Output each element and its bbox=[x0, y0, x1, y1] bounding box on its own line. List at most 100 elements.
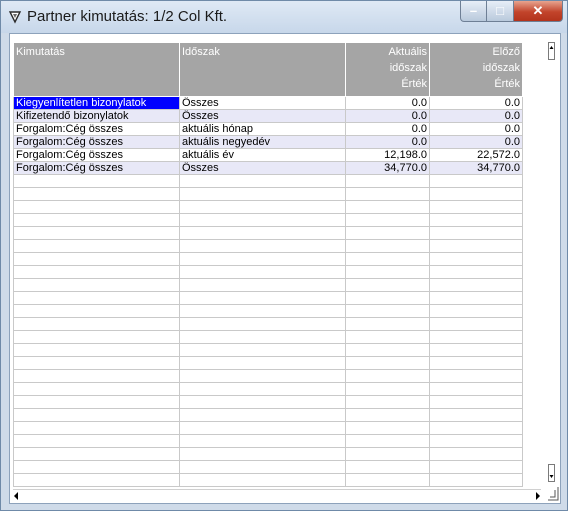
empty-cell[interactable] bbox=[345, 174, 430, 188]
cell-kimutatas[interactable]: Kiegyenlítetlen bizonylatok bbox=[13, 96, 180, 110]
cell-aktualis[interactable]: 0.0 bbox=[345, 135, 430, 149]
empty-cell[interactable] bbox=[179, 317, 346, 331]
empty-cell[interactable] bbox=[13, 291, 180, 305]
empty-cell[interactable] bbox=[429, 252, 523, 266]
empty-cell[interactable] bbox=[13, 421, 180, 435]
empty-table-row[interactable] bbox=[13, 330, 523, 344]
empty-cell[interactable] bbox=[13, 174, 180, 188]
empty-table-row[interactable] bbox=[13, 252, 523, 266]
empty-cell[interactable] bbox=[429, 304, 523, 318]
empty-cell[interactable] bbox=[13, 265, 180, 279]
empty-cell[interactable] bbox=[429, 265, 523, 279]
resize-grip-icon[interactable] bbox=[547, 486, 559, 501]
cell-idoszak[interactable]: Összes bbox=[179, 109, 346, 123]
cell-aktualis[interactable]: 0.0 bbox=[345, 109, 430, 123]
empty-cell[interactable] bbox=[13, 187, 180, 201]
empty-cell[interactable] bbox=[13, 252, 180, 266]
table-row[interactable]: Forgalom:Cég összes aktuális negyedév 0.0 0… bbox=[13, 135, 523, 149]
empty-cell[interactable] bbox=[429, 356, 523, 370]
empty-cell[interactable] bbox=[429, 460, 523, 474]
empty-table-row[interactable] bbox=[13, 239, 523, 253]
empty-table-row[interactable] bbox=[13, 460, 523, 474]
empty-cell[interactable] bbox=[429, 408, 523, 422]
empty-table-row[interactable] bbox=[13, 408, 523, 422]
empty-cell[interactable] bbox=[429, 239, 523, 253]
scroll-up-icon[interactable] bbox=[548, 42, 555, 60]
empty-cell[interactable] bbox=[179, 473, 346, 487]
app-menu-icon[interactable] bbox=[8, 10, 22, 24]
cell-elozo[interactable]: 34,770.0 bbox=[429, 161, 523, 175]
empty-cell[interactable] bbox=[179, 408, 346, 422]
empty-cell[interactable] bbox=[179, 200, 346, 214]
empty-cell[interactable] bbox=[345, 330, 430, 344]
cell-elozo[interactable]: 0.0 bbox=[429, 122, 523, 136]
empty-table-row[interactable] bbox=[13, 434, 523, 448]
empty-cell[interactable] bbox=[13, 473, 180, 487]
empty-cell[interactable] bbox=[179, 434, 346, 448]
empty-cell[interactable] bbox=[429, 434, 523, 448]
empty-cell[interactable] bbox=[13, 447, 180, 461]
cell-aktualis[interactable]: 34,770.0 bbox=[345, 161, 430, 175]
empty-cell[interactable] bbox=[179, 174, 346, 188]
empty-cell[interactable] bbox=[179, 421, 346, 435]
cell-aktualis[interactable]: 0.0 bbox=[345, 96, 430, 110]
report-grid[interactable]: Kimutatás Időszak Aktuális időszak Érték E… bbox=[13, 42, 523, 487]
empty-cell[interactable] bbox=[345, 460, 430, 474]
empty-cell[interactable] bbox=[13, 343, 180, 357]
empty-cell[interactable] bbox=[13, 356, 180, 370]
empty-cell[interactable] bbox=[13, 278, 180, 292]
empty-cell[interactable] bbox=[345, 408, 430, 422]
scroll-down-icon[interactable] bbox=[548, 464, 555, 482]
title-bar[interactable]: Partner kimutatás: 1/2 Col Kft. – □ ✕ bbox=[1, 1, 567, 33]
empty-cell[interactable] bbox=[179, 278, 346, 292]
cell-kimutatas[interactable]: Forgalom:Cég összes bbox=[13, 122, 180, 136]
empty-cell[interactable] bbox=[429, 447, 523, 461]
scroll-left-icon[interactable] bbox=[13, 491, 20, 501]
empty-cell[interactable] bbox=[429, 226, 523, 240]
empty-cell[interactable] bbox=[179, 226, 346, 240]
empty-cell[interactable] bbox=[179, 239, 346, 253]
empty-cell[interactable] bbox=[429, 174, 523, 188]
empty-cell[interactable] bbox=[429, 330, 523, 344]
empty-cell[interactable] bbox=[429, 369, 523, 383]
empty-table-row[interactable] bbox=[13, 317, 523, 331]
empty-cell[interactable] bbox=[13, 395, 180, 409]
empty-cell[interactable] bbox=[345, 252, 430, 266]
cell-aktualis[interactable]: 12,198.0 bbox=[345, 148, 430, 162]
empty-cell[interactable] bbox=[429, 200, 523, 214]
empty-cell[interactable] bbox=[13, 226, 180, 240]
empty-cell[interactable] bbox=[345, 265, 430, 279]
empty-cell[interactable] bbox=[345, 395, 430, 409]
empty-cell[interactable] bbox=[13, 239, 180, 253]
cell-kimutatas[interactable]: Kifizetendő bizonylatok bbox=[13, 109, 180, 123]
empty-cell[interactable] bbox=[429, 421, 523, 435]
column-header-idoszak[interactable]: Időszak bbox=[179, 42, 346, 97]
table-row[interactable]: Forgalom:Cég összes aktuális év 12,198.0 22… bbox=[13, 148, 523, 162]
empty-cell[interactable] bbox=[345, 200, 430, 214]
empty-table-row[interactable] bbox=[13, 343, 523, 357]
empty-cell[interactable] bbox=[13, 434, 180, 448]
empty-cell[interactable] bbox=[345, 187, 430, 201]
empty-table-row[interactable] bbox=[13, 226, 523, 240]
empty-table-row[interactable] bbox=[13, 187, 523, 201]
empty-cell[interactable] bbox=[429, 291, 523, 305]
empty-cell[interactable] bbox=[429, 473, 523, 487]
empty-table-row[interactable] bbox=[13, 395, 523, 409]
empty-cell[interactable] bbox=[179, 291, 346, 305]
empty-cell[interactable] bbox=[179, 213, 346, 227]
empty-table-row[interactable] bbox=[13, 369, 523, 383]
empty-cell[interactable] bbox=[345, 213, 430, 227]
table-row[interactable]: Kiegyenlítetlen bizonylatok Összes 0.0 0.0 bbox=[13, 96, 523, 110]
cell-elozo[interactable]: 0.0 bbox=[429, 109, 523, 123]
empty-cell[interactable] bbox=[345, 421, 430, 435]
empty-table-row[interactable] bbox=[13, 174, 523, 188]
empty-cell[interactable] bbox=[179, 252, 346, 266]
empty-table-row[interactable] bbox=[13, 213, 523, 227]
scroll-right-icon[interactable] bbox=[534, 491, 541, 501]
empty-cell[interactable] bbox=[13, 330, 180, 344]
empty-cell[interactable] bbox=[179, 369, 346, 383]
empty-cell[interactable] bbox=[179, 304, 346, 318]
empty-cell[interactable] bbox=[13, 382, 180, 396]
empty-table-row[interactable] bbox=[13, 278, 523, 292]
empty-table-row[interactable] bbox=[13, 304, 523, 318]
